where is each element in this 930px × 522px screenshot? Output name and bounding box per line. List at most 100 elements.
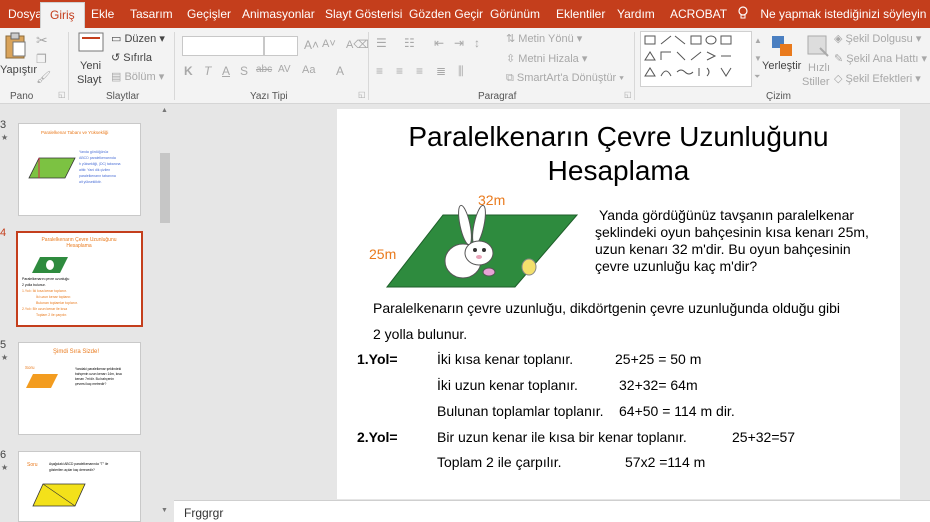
columns-icon[interactable]: ⫼ bbox=[458, 64, 464, 79]
shrink-font-icon[interactable]: A˅ bbox=[322, 38, 336, 50]
tell-me-box[interactable]: Ne yapmak istediğinizi söyleyin bbox=[737, 0, 926, 28]
tab-help[interactable]: Yardım bbox=[617, 0, 655, 28]
clipboard-icon bbox=[5, 32, 26, 59]
tab-file[interactable]: Dosya bbox=[8, 0, 42, 28]
shape-outline-button[interactable]: ✎ Şekil Ana Hattı ▾ bbox=[834, 52, 927, 65]
tab-acrobat[interactable]: ACROBAT bbox=[670, 0, 727, 28]
slide[interactable]: Paralelkenarın Çevre Uzunluğunu Hesaplam… bbox=[337, 109, 900, 499]
shapes-icon bbox=[644, 35, 732, 77]
clipboard-launcher-icon[interactable]: ◱ bbox=[58, 90, 66, 99]
font-name-field[interactable] bbox=[182, 36, 264, 56]
notes-pane[interactable]: Frggrgr bbox=[174, 500, 930, 522]
cut-icon[interactable]: ✂ bbox=[36, 32, 48, 49]
quick-styles-button[interactable]: Hızlı Stiller bbox=[802, 30, 834, 88]
italic-button[interactable]: T bbox=[204, 64, 211, 78]
gallery-up-icon[interactable]: ▲ bbox=[754, 36, 762, 45]
ribbon: Yapıştır ✂ ❐ 🖌 Pano ◱ Yeni Slayt ▭ Düzen… bbox=[0, 28, 930, 104]
step-text: Toplam 2 ile çarpılır. bbox=[437, 454, 562, 470]
step-calc: 25+25 = 50 m bbox=[615, 351, 702, 367]
tab-view[interactable]: Görünüm bbox=[490, 0, 540, 28]
tab-addins[interactable]: Eklentiler bbox=[556, 0, 605, 28]
copy-icon[interactable]: ❐ bbox=[36, 52, 47, 66]
slide-thumbnail-3[interactable]: Paralelkenar Tabanı ve Yüksekliği Yanda … bbox=[18, 123, 141, 216]
align-text-icon: ⇳ bbox=[506, 53, 516, 65]
shape-fill-button[interactable]: ◈ Şekil Dolgusu ▾ bbox=[834, 32, 921, 45]
slide-thumbnail-4[interactable]: Paralelkenarın Çevre Uzunluğunu Hesaplam… bbox=[16, 231, 143, 327]
format-painter-icon[interactable]: 🖌 bbox=[36, 70, 51, 84]
thumb-line: İki uzun kenar toplanır. bbox=[36, 295, 72, 299]
clear-format-icon[interactable]: A⌫ bbox=[346, 38, 369, 51]
align-right-icon[interactable]: ≡ bbox=[416, 64, 423, 78]
separator bbox=[68, 32, 69, 100]
align-left-icon[interactable]: ≡ bbox=[376, 64, 383, 78]
increase-indent-icon[interactable]: ⇥ bbox=[454, 36, 464, 50]
thumbnail-scrollbar[interactable]: ▲ ▼ bbox=[158, 105, 172, 522]
tab-animations[interactable]: Animasyonlar bbox=[242, 0, 315, 28]
underline-button[interactable]: A bbox=[222, 64, 230, 78]
thumb-line: çevresi kaç metredir? bbox=[75, 382, 107, 386]
new-slide-label-1: Yeni bbox=[80, 60, 102, 72]
slide-number: 3 bbox=[0, 119, 7, 131]
tab-slideshow[interactable]: Slayt Gösterisi bbox=[325, 0, 402, 28]
text-direction-button[interactable]: ⇅ Metin Yönü ▾ bbox=[506, 32, 582, 45]
paste-button[interactable]: Yapıştır bbox=[0, 30, 37, 88]
problem-line: şeklindeki oyun bahçesinin kısa kenarı 2… bbox=[595, 224, 869, 240]
thumb-line: aittir. Yani dik çizilen bbox=[79, 168, 111, 172]
quick-styles-icon bbox=[807, 35, 829, 57]
quick-styles-label-2: Stiller bbox=[802, 76, 830, 88]
font-launcher-icon[interactable]: ◱ bbox=[358, 90, 366, 99]
arrange-button[interactable]: Yerleştir bbox=[762, 30, 802, 88]
scroll-thumb[interactable] bbox=[160, 153, 170, 223]
bold-button[interactable]: K bbox=[184, 64, 193, 78]
thumb-line: h yüksekliği, |DC| tabanına bbox=[79, 162, 121, 166]
decrease-indent-icon[interactable]: ⇤ bbox=[434, 36, 444, 50]
numbering-icon[interactable]: ☷ bbox=[404, 36, 415, 50]
new-slide-button[interactable]: Yeni Slayt bbox=[74, 30, 108, 88]
short-side-label: 25m bbox=[369, 246, 397, 262]
reset-button[interactable]: ↺ Sıfırla bbox=[111, 51, 152, 64]
tab-home[interactable]: Giriş bbox=[40, 2, 85, 28]
thumb-line: 2 yolla bulunur. bbox=[22, 283, 46, 287]
thumb-line: Paralelkenarın çevre uzunluğu bbox=[22, 277, 70, 281]
layout-button[interactable]: ▭ Düzen ▾ bbox=[111, 32, 165, 45]
tab-design[interactable]: Tasarım bbox=[130, 0, 173, 28]
thumb-line: Toplam 2 ile çarpılır. bbox=[36, 313, 68, 317]
align-center-icon[interactable]: ≡ bbox=[396, 64, 403, 78]
way-1-label: 1.Yol= bbox=[357, 351, 398, 367]
shape-effects-button[interactable]: ◇ Şekil Efektleri ▾ bbox=[834, 72, 921, 85]
justify-icon[interactable]: ≣ bbox=[436, 64, 446, 78]
section-button[interactable]: ▤ Bölüm ▾ bbox=[111, 70, 164, 83]
thumb-line: 2.Yol= Bir uzun kenar ile kısa bbox=[22, 307, 68, 311]
paragraph-launcher-icon[interactable]: ◱ bbox=[624, 90, 632, 99]
tab-review[interactable]: Gözden Geçir bbox=[409, 0, 483, 28]
char-spacing-button[interactable]: AV bbox=[278, 64, 291, 75]
step-text: Bulunan toplamlar toplanır. bbox=[437, 403, 604, 419]
gallery-down-icon[interactable]: ▼ bbox=[754, 54, 762, 63]
group-paragraph-label: Paragraf bbox=[478, 91, 517, 102]
smartart-button[interactable]: ⧉ SmartArt'a Dönüştür ▾ bbox=[506, 72, 624, 85]
tab-insert[interactable]: Ekle bbox=[91, 0, 114, 28]
shapes-gallery[interactable] bbox=[640, 31, 752, 87]
strikethrough-button[interactable]: abc bbox=[256, 64, 272, 75]
effects-icon: ◇ bbox=[834, 73, 843, 85]
slide-title-line-2: Hesaplama bbox=[547, 155, 690, 186]
scroll-up-icon[interactable]: ▲ bbox=[161, 107, 168, 114]
slide-thumbnail-5[interactable]: Şimdi Sıra Sizde! Soru Yandaki paralelke… bbox=[18, 342, 141, 435]
font-color-button[interactable]: A bbox=[336, 64, 344, 78]
shadow-button[interactable]: S bbox=[240, 64, 248, 78]
bullets-icon[interactable]: ☰ bbox=[376, 36, 387, 50]
gallery-more-icon[interactable]: ⏷ bbox=[754, 72, 760, 82]
align-text-button[interactable]: ⇳ Metni Hizala ▾ bbox=[506, 52, 587, 65]
thumb-line: Aşağıdaki ABCD paralelkenarında "T" ile bbox=[49, 462, 109, 466]
thumb-line: ABCD paralelkenarında bbox=[79, 156, 116, 160]
change-case-button[interactable]: Aa bbox=[302, 64, 315, 76]
slide-number: 6 bbox=[0, 449, 7, 461]
thumb-line: ait yüksekliktir. bbox=[79, 180, 102, 184]
slide-thumbnail-6[interactable]: Soru Aşağıdaki ABCD paralelkenarında "T"… bbox=[18, 451, 141, 522]
scroll-down-icon[interactable]: ▼ bbox=[161, 507, 168, 514]
font-size-field[interactable] bbox=[264, 36, 298, 56]
line-spacing-icon[interactable]: ↕ bbox=[474, 36, 480, 50]
slide-canvas: Paralelkenarın Çevre Uzunluğunu Hesaplam… bbox=[177, 105, 930, 500]
tab-transitions[interactable]: Geçişler bbox=[187, 0, 231, 28]
grow-font-icon[interactable]: A˄ bbox=[304, 38, 319, 52]
